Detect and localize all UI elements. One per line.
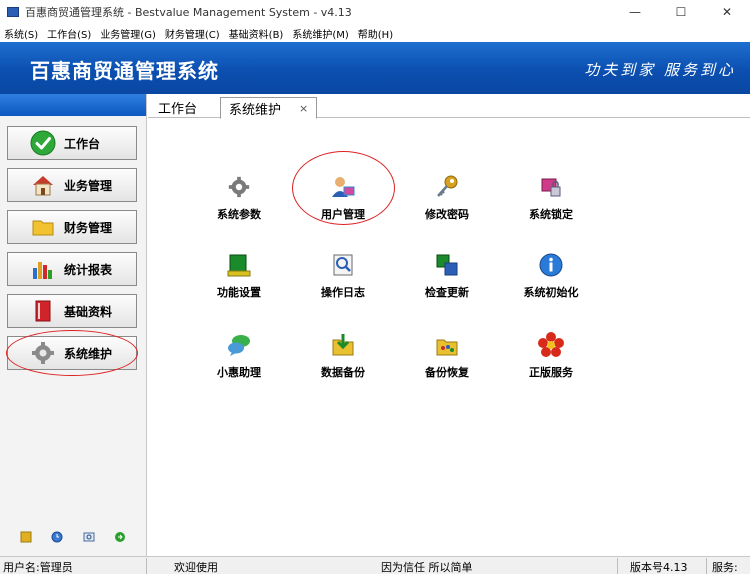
status-user: 用户名:管理员 xyxy=(3,561,73,574)
search-icon[interactable] xyxy=(82,530,96,544)
sidebar-item-label: 财务管理 xyxy=(64,220,113,235)
tab-workbench[interactable]: 工作台 xyxy=(158,97,197,118)
info-icon xyxy=(536,250,566,280)
menu-bar: 系统(S) 工作台(S) 业务管理(G) 财务管理(C) 基础资料(B) 系统维… xyxy=(0,24,750,42)
sidebar-item-reports[interactable]: 统计报表 xyxy=(7,252,137,286)
tile-label: 小惠助理 xyxy=(217,366,261,379)
status-divider xyxy=(146,558,147,574)
sidebar-header xyxy=(0,94,146,116)
tile-label: 系统参数 xyxy=(217,208,261,221)
user-manage-icon xyxy=(328,172,358,202)
clock-icon[interactable] xyxy=(50,530,64,544)
house-icon xyxy=(30,172,56,198)
tab-label: 工作台 xyxy=(158,102,198,117)
lock-icon xyxy=(536,172,566,202)
tab-maintenance[interactable]: 系统维护 × xyxy=(220,97,318,119)
slogan: 功夫到家 服务到心 xyxy=(584,61,736,79)
chat-icon xyxy=(224,330,254,360)
menu-maintenance[interactable]: 系统维护(M) xyxy=(292,26,348,41)
sidebar: 工作台 业务管理 财务管理 统计报表 基础资料 系统维护 xyxy=(0,94,147,556)
tile-system-lock[interactable]: 系统锁定 xyxy=(511,172,591,234)
menu-system[interactable]: 系统(S) xyxy=(4,26,38,41)
app-name: 百惠商贸通管理系统 xyxy=(30,59,219,83)
tab-close-icon[interactable]: × xyxy=(299,102,308,115)
tile-label: 修改密码 xyxy=(425,208,469,221)
tile-system-params[interactable]: 系统参数 xyxy=(199,172,279,234)
key-icon xyxy=(432,172,462,202)
restore-icon xyxy=(432,330,462,360)
tile-label: 系统初始化 xyxy=(523,286,579,299)
sidebar-item-label: 系统维护 xyxy=(64,346,113,361)
tile-function-settings[interactable]: 功能设置 xyxy=(199,250,279,312)
sidebar-tools xyxy=(0,530,146,544)
status-welcome: 欢迎使用 xyxy=(174,561,218,574)
book-icon xyxy=(30,298,56,324)
menu-basic-data[interactable]: 基础资料(B) xyxy=(229,26,284,41)
tile-backup-restore[interactable]: 备份恢复 xyxy=(407,330,487,392)
menu-business[interactable]: 业务管理(G) xyxy=(100,26,156,41)
sidebar-item-label: 基础资料 xyxy=(64,304,113,319)
tile-operation-log[interactable]: 操作日志 xyxy=(303,250,383,312)
tile-label: 正版服务 xyxy=(529,366,573,379)
title-bar: 百惠商贸通管理系统 - Bestvalue Management System … xyxy=(0,0,750,24)
close-button[interactable]: ✕ xyxy=(704,0,750,24)
check-icon xyxy=(30,130,56,156)
tile-label: 系统锁定 xyxy=(529,208,573,221)
sidebar-item-maintenance[interactable]: 系统维护 xyxy=(7,336,137,370)
exit-icon[interactable] xyxy=(113,530,127,544)
window-title: 百惠商贸通管理系统 - Bestvalue Management System … xyxy=(25,6,352,19)
tab-strip: 工作台 系统维护 × xyxy=(148,94,750,119)
sidebar-item-business[interactable]: 业务管理 xyxy=(7,168,137,202)
bar-chart-icon xyxy=(30,256,56,282)
menu-help[interactable]: 帮助(H) xyxy=(358,26,393,41)
folder-icon xyxy=(30,214,56,240)
sidebar-item-label: 业务管理 xyxy=(64,178,113,193)
tile-data-backup[interactable]: 数据备份 xyxy=(303,330,383,392)
status-motto: 因为信任 所以简单 xyxy=(381,561,473,574)
tile-label: 备份恢复 xyxy=(425,366,469,379)
tile-label: 用户管理 xyxy=(321,208,365,221)
flower-icon xyxy=(536,330,566,360)
tile-label: 数据备份 xyxy=(321,366,365,379)
app-banner: 百惠商贸通管理系统 功夫到家 服务到心 xyxy=(0,42,750,94)
tile-assistant[interactable]: 小惠助理 xyxy=(199,330,279,392)
minimize-button[interactable]: — xyxy=(612,0,658,24)
status-service: 服务: xyxy=(712,561,738,574)
tile-system-init[interactable]: 系统初始化 xyxy=(511,250,591,312)
tile-check-update[interactable]: 检查更新 xyxy=(407,250,487,312)
sidebar-item-label: 工作台 xyxy=(64,136,101,151)
gear-icon xyxy=(30,340,56,366)
status-bar: 用户名:管理员 欢迎使用 因为信任 所以简单 版本号4.13 服务: xyxy=(0,556,750,574)
sidebar-item-workbench[interactable]: 工作台 xyxy=(7,126,137,160)
menu-finance[interactable]: 财务管理(C) xyxy=(165,26,220,41)
tile-label: 功能设置 xyxy=(217,286,261,299)
sidebar-item-label: 统计报表 xyxy=(64,262,113,277)
app-icon xyxy=(7,7,19,17)
sidebar-item-basic-data[interactable]: 基础资料 xyxy=(7,294,137,328)
backup-icon xyxy=(328,330,358,360)
sidebar-item-finance[interactable]: 财务管理 xyxy=(7,210,137,244)
status-divider xyxy=(706,558,707,574)
main-content: 工作台 系统维护 × 系统参数 用户管理 修改密码 系统锁定 功能设置 操作日志… xyxy=(148,94,750,556)
status-version: 版本号4.13 xyxy=(630,561,688,574)
tile-genuine-service[interactable]: 正版服务 xyxy=(511,330,591,392)
function-settings-icon xyxy=(224,250,254,280)
update-icon xyxy=(432,250,462,280)
menu-workbench[interactable]: 工作台(S) xyxy=(47,26,91,41)
tile-label: 操作日志 xyxy=(321,286,365,299)
maximize-button[interactable]: ☐ xyxy=(658,0,704,24)
window-controls: — ☐ ✕ xyxy=(612,0,750,24)
gear-icon xyxy=(224,172,254,202)
tile-user-manage[interactable]: 用户管理 xyxy=(303,172,383,234)
tile-label: 检查更新 xyxy=(425,286,469,299)
key-icon[interactable] xyxy=(19,530,33,544)
tile-change-password[interactable]: 修改密码 xyxy=(407,172,487,234)
status-divider xyxy=(617,558,618,574)
tab-label: 系统维护 xyxy=(229,102,282,118)
log-icon xyxy=(328,250,358,280)
